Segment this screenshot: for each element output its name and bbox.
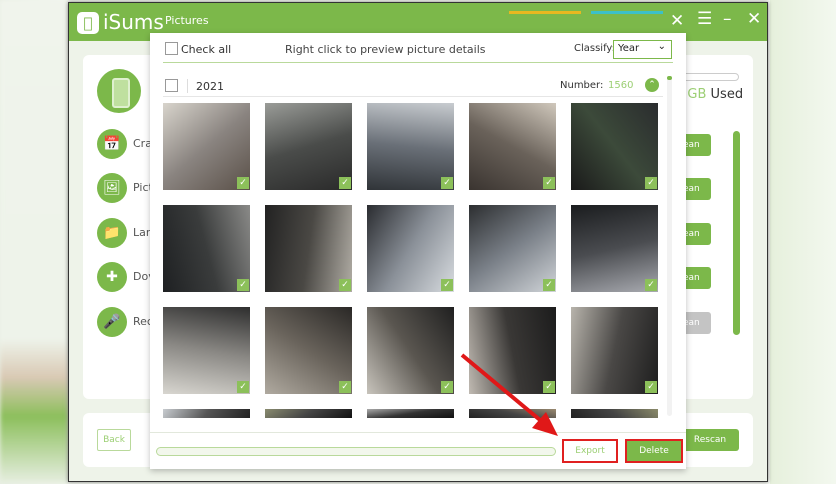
picture-thumbnail[interactable]: ✓ [163,103,250,190]
divider [163,96,663,97]
scrollbar[interactable] [733,131,740,335]
checked-icon[interactable]: ✓ [339,381,351,393]
picture-thumbnail[interactable]: ✓ [469,103,556,190]
picture-thumbnail[interactable]: ✓ [265,205,352,292]
picture-thumbnail[interactable]: ✓ [469,307,556,394]
picture-thumbnail[interactable]: ✓ [469,205,556,292]
classify-value: Year [618,43,640,54]
picture-thumbnail[interactable]: ✓ [163,205,250,292]
picture-thumbnail[interactable] [571,409,658,418]
phone-icon [97,69,141,113]
checked-icon[interactable]: ✓ [543,381,555,393]
picture-thumbnail[interactable] [469,409,556,418]
divider [150,432,686,433]
picture-thumbnail[interactable]: ✓ [367,205,454,292]
picture-thumbnail[interactable]: ✓ [571,205,658,292]
background-blur-left [0,0,68,484]
delete-button[interactable]: Delete [625,439,683,463]
rescan-button[interactable]: Rescan [681,429,739,451]
classify-label: Classify: [574,43,615,54]
divider [163,62,673,63]
group-year: 2021 [196,80,224,93]
picture-thumbnail[interactable]: ✓ [265,307,352,394]
picture-thumbnail[interactable] [265,409,352,418]
checked-icon[interactable]: ✓ [339,279,351,291]
close-icon[interactable]: ✕ [747,9,761,29]
microphone-icon: 🎤 [97,307,127,337]
dialog-scrollbar[interactable] [667,76,672,416]
picture-thumbnail[interactable] [367,409,454,418]
dialog-close-icon[interactable]: ✕ [670,11,684,31]
checked-icon[interactable]: ✓ [543,177,555,189]
dialog-title: Pictures [165,14,209,27]
category-label: Lar [133,226,151,239]
export-button[interactable]: Export [562,439,618,463]
background-blur-right [770,0,836,484]
storage-used-label: Used [710,87,744,102]
picture-thumbnail[interactable]: ✓ [163,307,250,394]
picture-thumbnail[interactable]: ✓ [571,307,658,394]
checked-icon[interactable]: ✓ [543,279,555,291]
check-all-label: Check all [181,43,232,56]
separator [187,79,188,93]
picture-thumbnail[interactable]: ✓ [571,103,658,190]
hint-text: Right click to preview picture details [285,43,486,56]
back-button[interactable]: Back [97,429,131,451]
picture-thumbnail[interactable]: ✓ [367,307,454,394]
check-all-checkbox[interactable] [165,42,178,55]
picture-thumbnail[interactable]: ✓ [367,103,454,190]
number-label: Number: [560,80,604,91]
checked-icon[interactable]: ✓ [441,381,453,393]
app-name: iSums [103,10,164,34]
number-value: 1560 [608,80,634,91]
checked-icon[interactable]: ✓ [339,177,351,189]
checked-icon[interactable]: ✓ [645,279,657,291]
checked-icon[interactable]: ✓ [237,279,249,291]
menu-icon[interactable]: ☰ [697,9,712,29]
app-logo-icon:  [77,12,99,34]
folder-icon: 📁 [97,218,127,248]
download-folder-icon: ✚ [97,262,127,292]
group-checkbox[interactable] [165,79,178,92]
picture-thumbnail[interactable] [163,409,250,418]
picture-icon: 🖼 [97,173,127,203]
delete-progress-bar [156,447,556,456]
picture-thumbnail[interactable]: ✓ [265,103,352,190]
dialog-scrollbar-thumb[interactable] [667,76,672,80]
calendar-file-icon: 📅 [97,129,127,159]
chevron-down-icon: ⌄ [657,41,666,52]
checked-icon[interactable]: ✓ [237,381,249,393]
minimize-icon[interactable]: – [723,9,732,29]
classify-select[interactable]: Year ⌄ [613,40,672,59]
scan-progress-cyan [591,11,663,14]
checked-icon[interactable]: ✓ [441,177,453,189]
checked-icon[interactable]: ✓ [237,177,249,189]
checked-icon[interactable]: ✓ [441,279,453,291]
checked-icon[interactable]: ✓ [645,381,657,393]
scan-progress-yellow [509,11,581,14]
collapse-up-icon[interactable]: ⌃ [645,78,659,92]
checked-icon[interactable]: ✓ [645,177,657,189]
